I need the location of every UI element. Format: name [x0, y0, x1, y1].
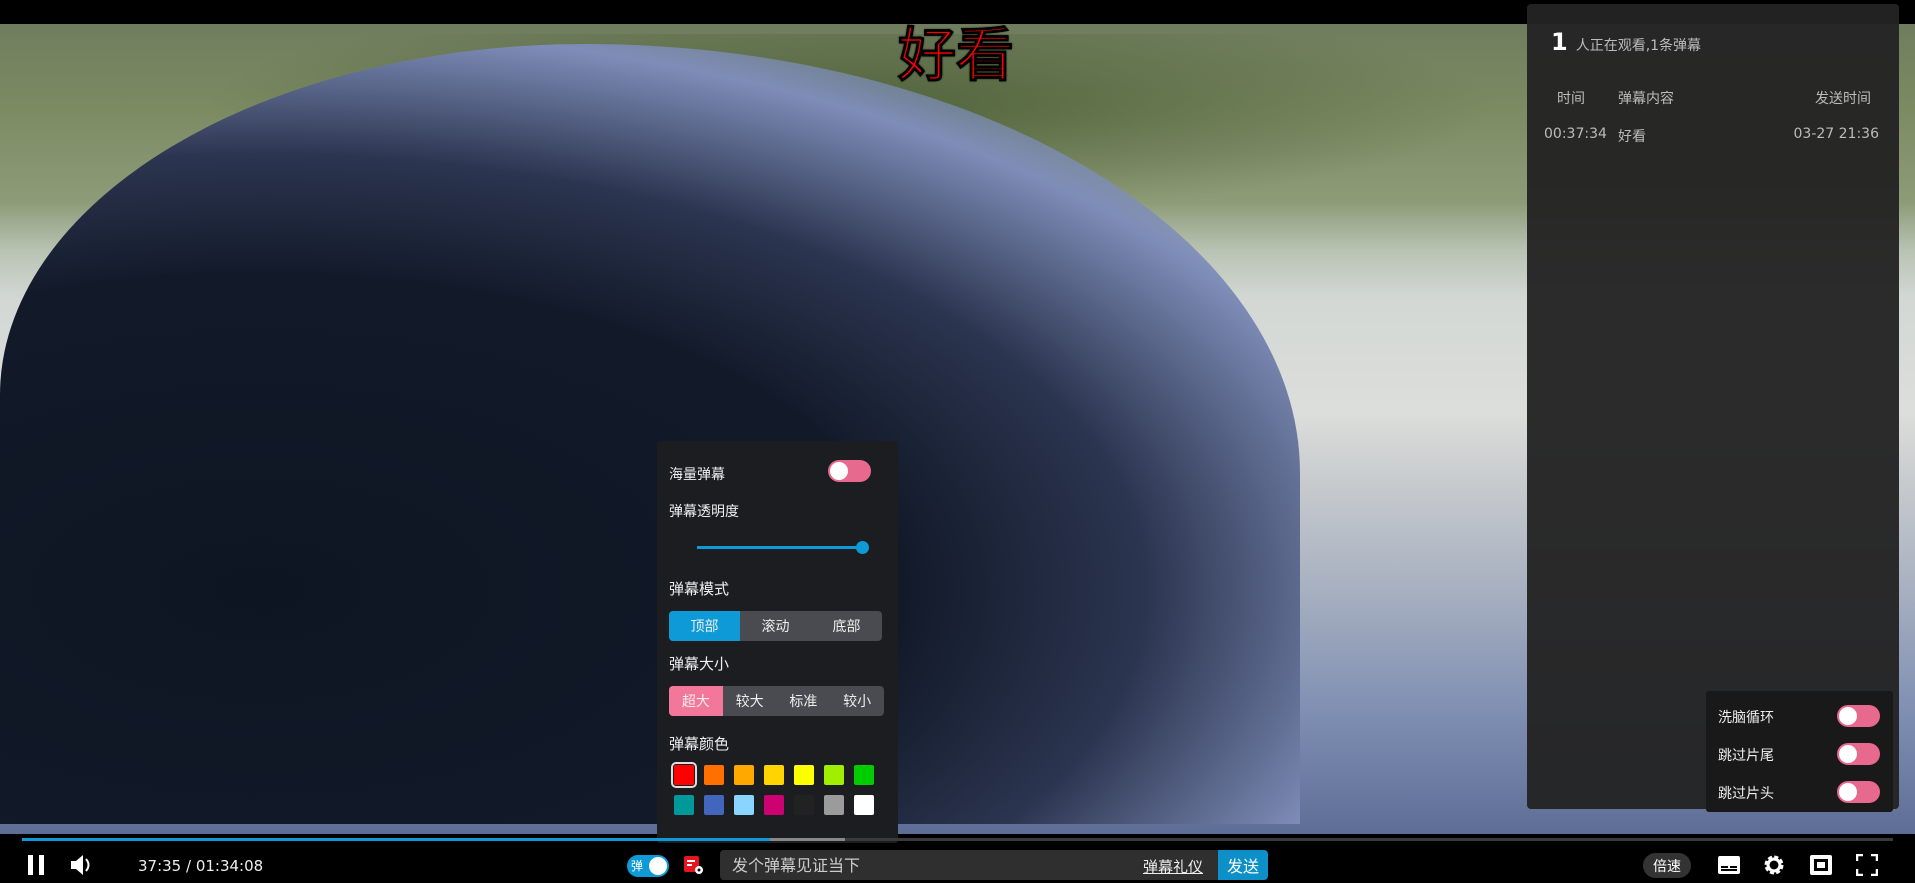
- massive-label: 海量弹幕: [669, 467, 725, 483]
- volume-icon[interactable]: [70, 854, 94, 876]
- color-swatch[interactable]: [794, 795, 814, 815]
- color-swatch[interactable]: [704, 765, 724, 785]
- size-xlarge[interactable]: 超大: [669, 686, 723, 716]
- color-label: 弹幕颜色: [669, 735, 730, 753]
- row-sent: 03-27 21:36: [1793, 126, 1879, 142]
- playback-options-panel: 洗脑循环 跳过片尾 跳过片头: [1706, 691, 1893, 812]
- mode-label: 弹幕模式: [669, 580, 730, 598]
- danmaku-etiquette-link[interactable]: 弹幕礼仪: [1143, 856, 1203, 877]
- color-swatch[interactable]: [824, 795, 844, 815]
- skip-outro-toggle[interactable]: [1837, 743, 1880, 765]
- size-segment: 超大 较大 标准 较小: [669, 686, 884, 716]
- color-swatch[interactable]: [854, 765, 874, 785]
- viewer-summary: 人正在观看,1条弹幕: [1575, 38, 1702, 54]
- color-swatch[interactable]: [704, 795, 724, 815]
- color-swatch[interactable]: [734, 765, 754, 785]
- opacity-slider-handle[interactable]: [856, 541, 869, 554]
- opacity-slider[interactable]: [697, 546, 864, 549]
- skip-intro-label: 跳过片头: [1718, 786, 1774, 802]
- danmaku-toggle-label: 弹: [631, 859, 644, 873]
- col-content[interactable]: 弹幕内容: [1618, 88, 1674, 108]
- viewer-count: 1: [1551, 28, 1568, 56]
- color-swatch[interactable]: [824, 765, 844, 785]
- row-time: 00:37:34: [1544, 126, 1607, 142]
- mode-bottom[interactable]: 底部: [811, 611, 882, 641]
- skip-outro-label: 跳过片尾: [1718, 748, 1774, 764]
- danmaku-toggle[interactable]: 弹: [627, 855, 669, 877]
- danmaku-settings-icon[interactable]: [684, 855, 704, 875]
- subtitle-icon[interactable]: [1717, 855, 1741, 875]
- row-content: 好看: [1618, 129, 1646, 145]
- size-normal[interactable]: 标准: [777, 686, 831, 716]
- opacity-label: 弹幕透明度: [669, 504, 739, 520]
- loop-toggle[interactable]: [1837, 705, 1880, 727]
- color-swatch[interactable]: [764, 795, 784, 815]
- time-display: 37:35 / 01:34:08: [138, 857, 264, 875]
- size-small[interactable]: 较小: [830, 686, 884, 716]
- color-swatch[interactable]: [764, 765, 784, 785]
- size-large[interactable]: 较大: [723, 686, 777, 716]
- mode-top[interactable]: 顶部: [669, 611, 740, 641]
- progress-bar[interactable]: [22, 838, 1893, 841]
- col-sent[interactable]: 发送时间: [1815, 88, 1871, 108]
- danmaku-overlay-text: 好看: [897, 21, 1015, 90]
- web-fullscreen-icon[interactable]: [1809, 854, 1833, 876]
- pause-icon[interactable]: [26, 854, 46, 876]
- color-swatch[interactable]: [794, 765, 814, 785]
- skip-intro-toggle[interactable]: [1837, 781, 1880, 803]
- col-time[interactable]: 时间: [1557, 88, 1585, 108]
- color-swatch[interactable]: [734, 795, 754, 815]
- speed-button[interactable]: 倍速: [1643, 853, 1691, 878]
- settings-gear-icon[interactable]: [1763, 854, 1785, 876]
- mode-segment: 顶部 滚动 底部: [669, 611, 882, 641]
- progress-played: [22, 838, 771, 841]
- color-swatch[interactable]: [854, 795, 874, 815]
- danmaku-settings-popup: 海量弹幕 弹幕透明度 弹幕模式 顶部 滚动 底部 弹幕大小 超大 较大 标准 较…: [657, 441, 898, 843]
- color-swatch[interactable]: [674, 795, 694, 815]
- send-button[interactable]: 发送: [1218, 850, 1268, 880]
- fullscreen-icon[interactable]: [1856, 854, 1878, 876]
- color-swatch[interactable]: [671, 762, 697, 788]
- size-label: 弹幕大小: [669, 655, 730, 673]
- massive-toggle[interactable]: [828, 460, 871, 482]
- danmaku-list-panel: 1 人正在观看,1条弹幕 时间 弹幕内容 发送时间 00:37:34 好看 03-…: [1527, 4, 1899, 809]
- loop-label: 洗脑循环: [1718, 710, 1774, 726]
- mode-scroll[interactable]: 滚动: [740, 611, 811, 641]
